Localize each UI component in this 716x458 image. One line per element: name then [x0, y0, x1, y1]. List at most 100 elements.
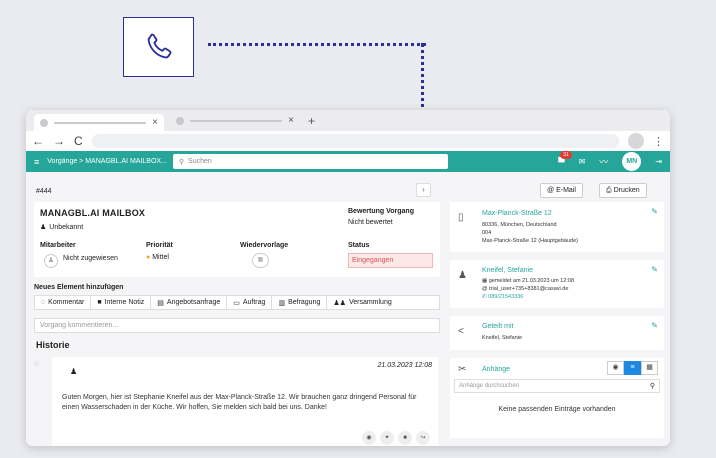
- edit-icon[interactable]: ✎: [651, 265, 658, 274]
- search-icon: ⚲: [178, 158, 185, 166]
- signal-icon[interactable]: 〰: [599, 155, 608, 168]
- case-card: MANAGBL.AI MAILBOX ♟ Unbekannt Bewertung…: [34, 202, 440, 277]
- case-contact: ♟ Unbekannt: [40, 223, 83, 232]
- phone-icon-box: [123, 17, 194, 77]
- grid-view-icon[interactable]: ▦: [641, 361, 658, 375]
- email-button-label: E-Mail: [556, 187, 576, 194]
- attachments-search-placeholder: Anhänge durchsuchen: [459, 383, 520, 389]
- address-card: ▯ ✎ Max-Planck-Straße 12 80336, München,…: [450, 202, 664, 252]
- calendar-icon: ▦: [482, 278, 489, 284]
- attachments-empty: Keine passenden Einträge vorhanden: [498, 406, 616, 413]
- shared-name: Kneifel, Stefanie: [482, 335, 523, 341]
- case-title: MANAGBL.AI MAILBOX: [40, 208, 146, 218]
- notification-badge: 31: [560, 150, 572, 159]
- share-icon: <: [458, 326, 464, 337]
- action-meeting[interactable]: ♟♟ Versammlung: [327, 296, 397, 309]
- reporter-phone[interactable]: 089/21543336: [488, 294, 523, 300]
- action-order[interactable]: ▭ Auftrag: [227, 296, 273, 309]
- employee-label: Mitarbeiter: [40, 242, 76, 249]
- hamburger-icon[interactable]: ≡: [34, 157, 39, 167]
- browser-tabbar: × × +: [26, 110, 670, 131]
- attachments-card: ✂ Anhänge ◉ ≡ ▦ Anhänge durchsuchen ⚲ Ke…: [450, 358, 664, 438]
- case-topline: #444 ›: [34, 172, 440, 202]
- tab-close-icon[interactable]: ×: [152, 117, 158, 128]
- new-tab-icon[interactable]: +: [308, 114, 315, 128]
- edit-icon[interactable]: ✎: [651, 207, 658, 216]
- assignee-avatar-icon[interactable]: ♟: [44, 254, 58, 268]
- address-building: Max-Planck-Straße 12 (Hauptgebäude): [482, 238, 578, 244]
- user-icon: ♟: [70, 367, 78, 376]
- email-button[interactable]: @ E-Mail: [540, 183, 583, 198]
- action-quote-request-label: Angebotsanfrage: [166, 299, 221, 306]
- reload-icon[interactable]: C: [74, 134, 83, 148]
- history-entry-card: ♟ 21.03.2023 12:08 Guten Morgen, hier is…: [52, 357, 438, 446]
- attachments-search-input[interactable]: Anhänge durchsuchen ⚲: [454, 379, 660, 393]
- paperclip-icon: ✂: [458, 364, 467, 375]
- action-comment[interactable]: ◌ Kommentar: [35, 296, 92, 309]
- browser-window: × × + ← → C ⋮ ≡ Vorgänge > MANAGBL.AI MA…: [26, 110, 670, 446]
- status-badge[interactable]: Eingegangen: [348, 253, 433, 268]
- address-bar: ← → C ⋮: [26, 131, 670, 151]
- content-area: #444 › MANAGBL.AI MAILBOX ♟ Unbekannt Be…: [26, 172, 670, 446]
- order-icon: ▭: [233, 299, 240, 307]
- share-arrow-icon[interactable]: ↪: [416, 431, 430, 445]
- shared-title: Geteilt mit: [482, 323, 514, 330]
- address-street[interactable]: Max-Planck-Straße 12: [482, 210, 578, 217]
- action-quote-request[interactable]: ▤ Angebotsanfrage: [151, 296, 228, 309]
- profile-icon[interactable]: [628, 133, 644, 149]
- notification-icon[interactable]: ▀ 31: [558, 150, 572, 167]
- forward-arrow-icon[interactable]: →: [53, 134, 65, 148]
- rating-value[interactable]: Nicht bewertet: [348, 219, 393, 226]
- pin-icon[interactable]: ✦: [380, 431, 394, 445]
- action-order-label: Auftrag: [242, 299, 266, 306]
- print-button[interactable]: ⎙ Drucken: [599, 183, 647, 198]
- priority-label: Priorität: [146, 242, 173, 249]
- assignee-value[interactable]: Nicht zugewiesen: [63, 254, 118, 263]
- search-icon[interactable]: ⚲: [650, 381, 655, 393]
- list-view-icon[interactable]: ≡: [624, 361, 641, 375]
- browser-tab-2[interactable]: ×: [170, 113, 300, 128]
- priority-value[interactable]: ● Mittel: [146, 254, 169, 261]
- comment-input[interactable]: Vorgang kommentieren...: [34, 318, 440, 333]
- action-survey[interactable]: ▥ Befragung: [272, 296, 328, 309]
- action-meeting-label: Versammlung: [348, 299, 392, 306]
- reporter-email[interactable]: trial_user+735+8381@casavi.de: [489, 286, 568, 292]
- document-icon: ▤: [157, 299, 164, 307]
- header-icons: ▀ 31 ✉ 〰 MN ⇥: [558, 150, 662, 171]
- browser-menu-icon[interactable]: ⋮: [653, 135, 664, 148]
- action-comment-label: Kommentar: [48, 299, 85, 306]
- email-icon: @: [547, 187, 555, 194]
- edit-icon[interactable]: ✎: [651, 321, 658, 330]
- action-survey-label: Befragung: [288, 299, 321, 306]
- side-column: @ E-Mail ⎙ Drucken ▯ ✎ Max-Planck-Straße…: [450, 172, 664, 446]
- lock-icon: ■: [97, 299, 102, 306]
- reporter-name[interactable]: Kneifel, Stefanie: [482, 267, 574, 274]
- reporter-reported: gemeldet am 21.03.2023 um 12:08: [488, 278, 575, 284]
- rating-label: Bewertung Vorgang: [348, 208, 414, 215]
- mail-icon[interactable]: ✉: [579, 157, 586, 166]
- next-case-button[interactable]: ›: [416, 183, 431, 197]
- comment-icon: ◌: [41, 299, 46, 306]
- phone-icon: [147, 33, 171, 59]
- history-entry: ◌ ♟ 21.03.2023 12:08 Guten Morgen, hier …: [34, 357, 440, 446]
- lock-icon[interactable]: ■: [398, 431, 412, 445]
- user-avatar[interactable]: MN: [622, 152, 642, 171]
- logout-icon[interactable]: ⇥: [655, 157, 662, 166]
- calendar-icon[interactable]: ▦: [252, 253, 269, 268]
- eye-icon[interactable]: ◉: [607, 361, 624, 375]
- url-input[interactable]: [91, 134, 619, 148]
- view-icon[interactable]: ◉: [362, 431, 376, 445]
- attachments-title: Anhänge: [482, 366, 511, 373]
- history-entry-actions: ◉ ✦ ■ ↪: [362, 431, 430, 445]
- tab-title-placeholder: [54, 121, 147, 124]
- print-icon: ⎙: [606, 187, 612, 194]
- browser-tab-1[interactable]: ×: [34, 114, 164, 131]
- priority-text: Mittel: [152, 254, 169, 261]
- followup-label: Wiedervorlage: [240, 242, 289, 249]
- tab-close-icon[interactable]: ×: [288, 115, 294, 126]
- breadcrumb[interactable]: Vorgänge > MANAGBL.AI MAILBOX...: [47, 158, 167, 165]
- back-arrow-icon[interactable]: ←: [32, 134, 44, 148]
- action-internal-note[interactable]: ■ Interne Notiz: [91, 296, 152, 309]
- search-input[interactable]: ⚲ Suchen: [172, 154, 448, 169]
- main-column: #444 › MANAGBL.AI MAILBOX ♟ Unbekannt Be…: [34, 172, 440, 446]
